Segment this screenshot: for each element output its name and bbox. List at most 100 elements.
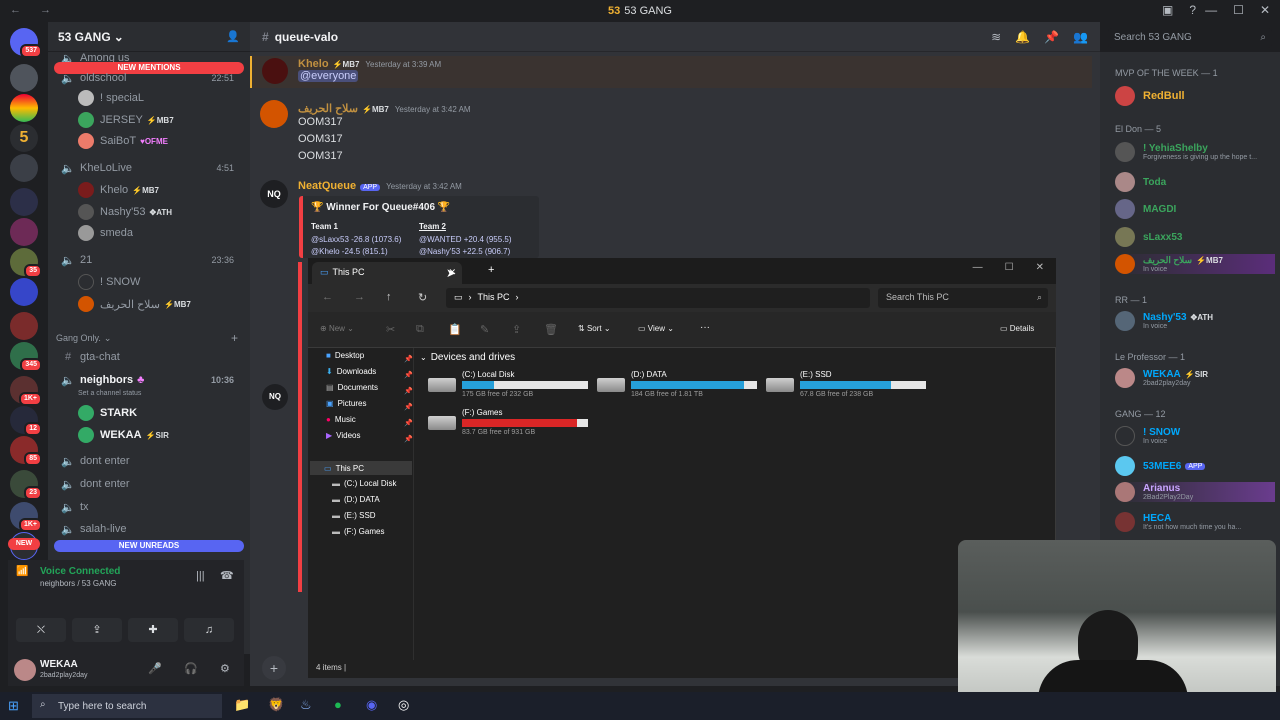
steam-icon[interactable]: ♨ <box>300 697 312 713</box>
taskbar-search-input[interactable]: ⌕ Type here to search <box>32 694 222 718</box>
maximize-button[interactable]: ☐ <box>1005 262 1014 273</box>
voice-user[interactable]: SaiBoT ♥OFME <box>78 131 238 151</box>
member-item[interactable]: MAGDI <box>1115 199 1275 219</box>
voice-user[interactable]: STARK <box>78 403 238 423</box>
drive-tile[interactable]: (E:) SSD 67.8 GB free of 238 GB <box>766 370 936 404</box>
nav-drive[interactable]: ▬ (E:) SSD <box>332 511 376 520</box>
voice-channel[interactable]: 🔈 tx <box>60 497 262 517</box>
paste-icon[interactable]: 📋 <box>448 323 462 336</box>
more-options-icon[interactable]: ··· <box>700 322 710 333</box>
activities-button[interactable]: ✚ <box>128 618 178 642</box>
minimize-button[interactable]: — <box>1205 3 1217 17</box>
new-tab-button[interactable]: + <box>488 264 494 276</box>
member-item[interactable]: ! YehiaShelby Forgiveness is giving up th… <box>1115 142 1275 162</box>
server-icon-53[interactable]: 5 <box>10 124 38 152</box>
drive-tile[interactable]: (F:) Games 83.7 GB free of 931 GB <box>428 408 598 442</box>
new-button[interactable]: ⊕ New ⌄ <box>320 324 354 333</box>
nav-this-pc[interactable]: ▭ This PC <box>310 461 412 475</box>
nav-downloads[interactable]: ⬇ Downloads <box>326 367 376 376</box>
voice-user[interactable]: WEKAA ⚡SIR <box>78 425 238 445</box>
attach-button[interactable]: + <box>262 656 286 680</box>
voice-user[interactable]: JERSEY ⚡MB7 <box>78 110 238 130</box>
windows-start-icon[interactable]: ⊞ <box>8 698 19 714</box>
rename-icon[interactable]: ✎ <box>480 323 489 336</box>
new-unreads-pill[interactable]: NEW UNREADS <box>54 540 244 552</box>
server-icon[interactable]: 35 <box>10 248 42 278</box>
nav-desktop[interactable]: ■ Desktop <box>326 351 364 360</box>
server-icon[interactable]: 1K+ <box>10 502 42 532</box>
explorer-tab[interactable]: ▭ This PC ✕ <box>312 262 462 284</box>
member-item[interactable]: WEKAA ⚡SIR 2bad2play2day <box>1115 368 1275 388</box>
explorer-search-input[interactable]: Search This PC ⌕ <box>878 288 1048 308</box>
pin-icon[interactable]: 📌 <box>1044 30 1059 44</box>
everyone-mention[interactable]: @everyone <box>298 70 359 82</box>
bot-avatar[interactable]: NQ <box>262 384 288 410</box>
server-icon[interactable]: 85 <box>10 436 42 466</box>
new-badge[interactable]: NEW <box>8 538 40 550</box>
discord-home-icon[interactable]: 537 <box>10 28 42 58</box>
avatar[interactable] <box>260 100 288 128</box>
member-item[interactable]: HECA It's not how much time you ha... <box>1115 512 1275 532</box>
refresh-icon[interactable]: ↻ <box>418 291 427 304</box>
members-icon[interactable]: 👥 <box>1073 30 1088 44</box>
member-item[interactable]: RedBull <box>1115 86 1275 106</box>
obs-icon[interactable]: ◎ <box>398 697 409 713</box>
voice-channel[interactable]: 🔈 dont enter <box>60 474 262 494</box>
up-icon[interactable]: ↑ <box>386 291 392 303</box>
close-button[interactable]: ✕ <box>1260 3 1270 17</box>
history-nav[interactable]: ← → <box>10 4 59 16</box>
nav-drive[interactable]: ▬ (C:) Local Disk <box>332 479 396 488</box>
drive-tile[interactable]: (C:) Local Disk 175 GB free of 232 GB <box>428 370 598 404</box>
file-explorer-icon[interactable]: 📁 <box>234 697 250 713</box>
voice-user[interactable]: ! SNOW <box>78 272 238 292</box>
username[interactable]: WEKAA <box>40 659 78 670</box>
nav-documents[interactable]: ▤ Documents <box>326 383 378 392</box>
member-item[interactable]: Arianus 2Bad2Play2Day <box>1115 482 1275 502</box>
disconnect-icon[interactable]: ☎ <box>220 569 234 582</box>
inbox-icon[interactable]: ▣ <box>1162 3 1173 17</box>
server-icon[interactable]: 12 <box>10 406 42 436</box>
view-button[interactable]: ▭ View ⌄ <box>638 324 674 333</box>
bell-icon[interactable]: 🔔 <box>1015 30 1030 44</box>
category-gang-only[interactable]: Gang Only. ⌄ + <box>56 328 242 348</box>
member-item[interactable]: ! SNOW In voice <box>1115 426 1275 446</box>
voice-channel[interactable]: 🔈 dont enter <box>60 451 262 471</box>
text-channel-gta-chat[interactable]: # gta-chat <box>60 347 262 367</box>
maximize-button[interactable]: ☐ <box>1233 3 1244 17</box>
server-icon[interactable] <box>10 64 38 92</box>
server-icon[interactable] <box>10 218 38 246</box>
copy-icon[interactable]: ⧉ <box>416 323 424 336</box>
server-icon[interactable]: 1K+ <box>10 376 42 406</box>
server-icon[interactable] <box>10 278 38 306</box>
voice-user[interactable]: smeda <box>78 223 238 243</box>
camera-button[interactable]: ⛌ <box>16 618 66 642</box>
server-icon[interactable] <box>10 312 38 340</box>
voice-user[interactable]: Khelo ⚡MB7 <box>78 180 238 200</box>
server-icon[interactable]: 23 <box>10 470 42 500</box>
voice-user[interactable]: ! speciaL <box>78 88 238 108</box>
voice-channel[interactable]: 🔈 salah-live <box>60 519 262 539</box>
discord-icon[interactable]: ◉ <box>366 697 377 713</box>
close-button[interactable]: ✕ <box>1036 262 1044 273</box>
voice-channel-21[interactable]: 🔈 21 23:36 <box>60 250 242 270</box>
cut-icon[interactable]: ✂ <box>386 323 395 336</box>
bot-avatar[interactable]: NQ <box>260 180 288 208</box>
settings-gear-icon[interactable]: ⚙ <box>220 662 230 675</box>
soundboard-button[interactable]: ♫ <box>184 618 234 642</box>
drive-tile[interactable]: (D:) DATA 184 GB free of 1.81 TB <box>597 370 767 404</box>
member-item[interactable]: sLaxx53 <box>1115 227 1275 247</box>
voice-location[interactable]: neighbors / 53 GANG <box>40 579 116 588</box>
nav-drive[interactable]: ▬ (F:) Games <box>332 527 384 536</box>
voice-user[interactable]: Nashy'53 ✥ATH <box>78 202 238 222</box>
share-icon[interactable]: ⇪ <box>512 323 521 336</box>
minimize-button[interactable]: — <box>973 262 983 273</box>
forward-icon[interactable]: → <box>354 291 365 303</box>
member-item[interactable]: 53MEE6 APP <box>1115 456 1275 476</box>
avatar[interactable] <box>262 58 288 84</box>
server-icon[interactable]: 345 <box>10 342 42 372</box>
brave-icon[interactable]: 🦁 <box>268 697 284 713</box>
member-item[interactable]: Toda <box>1115 172 1275 192</box>
nav-videos[interactable]: ▶ Videos <box>326 431 360 440</box>
delete-icon[interactable]: 🗑 <box>544 323 558 336</box>
server-search-input[interactable]: Search 53 GANG ⌕ <box>1108 28 1272 48</box>
